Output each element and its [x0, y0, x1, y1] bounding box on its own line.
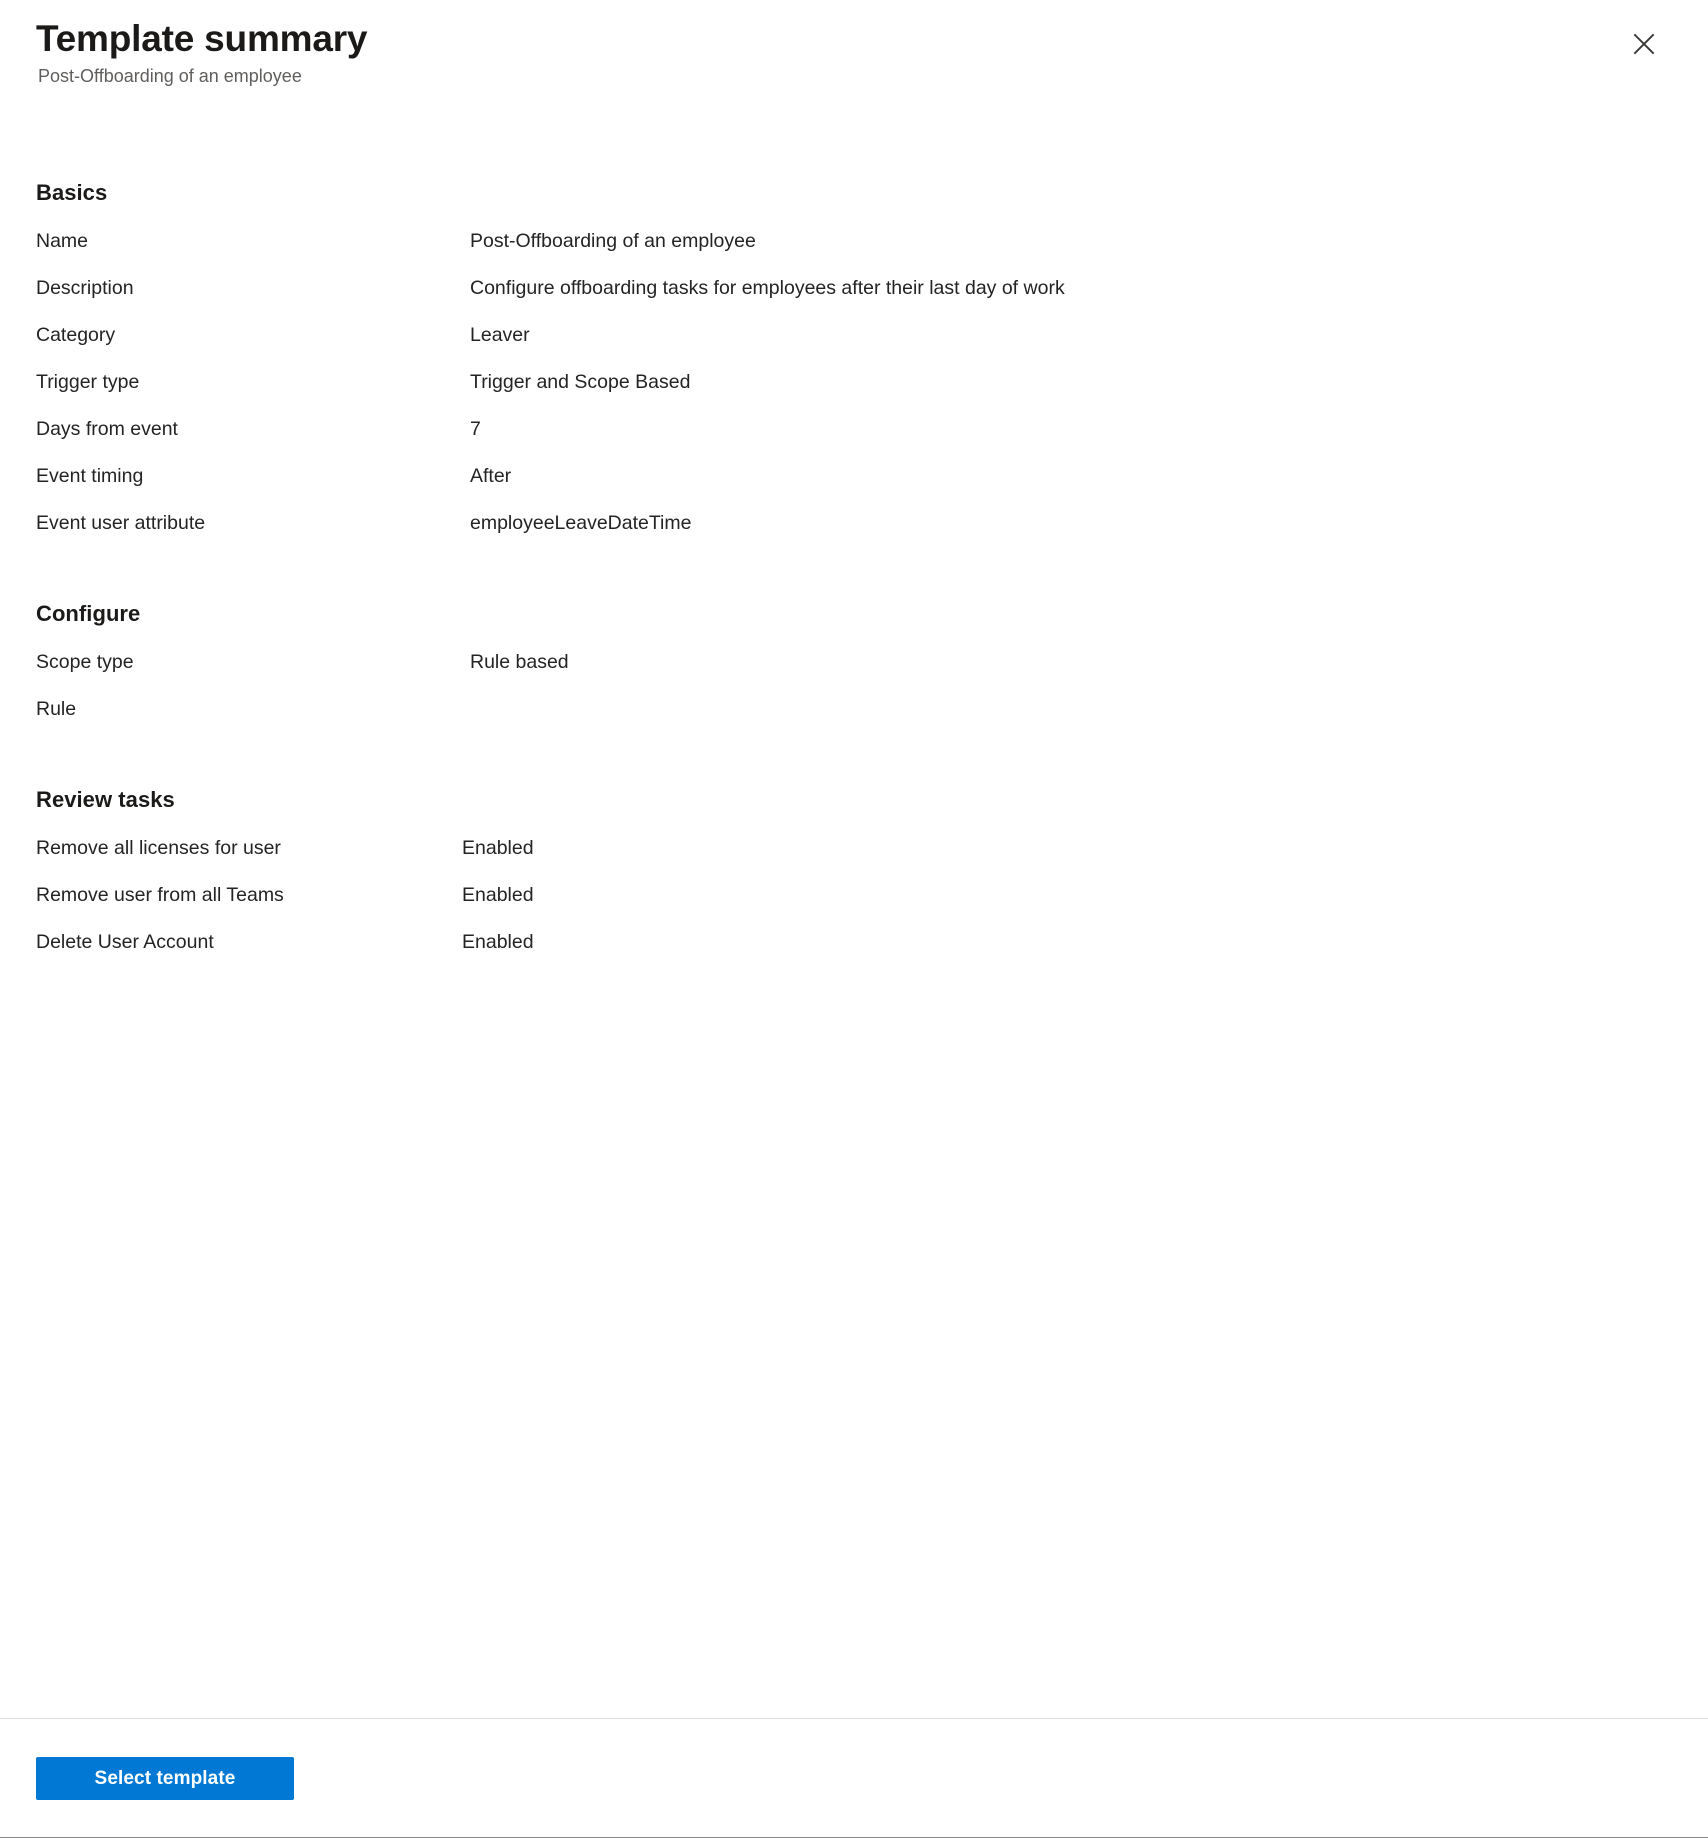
section-heading-review-tasks: Review tasks — [36, 786, 175, 812]
page-subtitle: Post-Offboarding of an employee — [38, 66, 302, 87]
row-rule: Rule — [36, 696, 1668, 743]
row-days-from-event: Days from event 7 — [36, 416, 1668, 463]
task-status: Enabled — [462, 930, 534, 953]
task-label: Delete User Account — [36, 930, 214, 953]
row-trigger-type: Trigger type Trigger and Scope Based — [36, 369, 1668, 416]
row-scope-type-label: Scope type — [36, 650, 134, 673]
row-event-timing-label: Event timing — [36, 464, 144, 487]
row-event-timing: Event timing After — [36, 463, 1668, 510]
row-name: Name Post-Offboarding of an employee — [36, 228, 1668, 275]
row-description: Description Configure offboarding tasks … — [36, 275, 1668, 322]
row-name-value: Post-Offboarding of an employee — [470, 229, 756, 252]
section-configure: Configure Scope type Rule based Rule — [36, 601, 1668, 743]
row-scope-type-value: Rule based — [470, 650, 569, 673]
row-rule-label: Rule — [36, 697, 77, 720]
row-scope-type: Scope type Rule based — [36, 649, 1668, 696]
panel-header: Template summary Post-Offboarding of an … — [0, 0, 1708, 88]
row-event-user-attribute-value: employeeLeaveDateTime — [470, 511, 692, 534]
panel-footer: Select template — [0, 1718, 1708, 1838]
row-category: Category Leaver — [36, 322, 1668, 369]
template-summary-panel: Template summary Post-Offboarding of an … — [0, 0, 1708, 1838]
row-category-label: Category — [36, 323, 116, 346]
row-description-value: Configure offboarding tasks for employee… — [470, 276, 1065, 299]
row-name-label: Name — [36, 229, 89, 252]
row-trigger-type-label: Trigger type — [36, 370, 140, 393]
row-description-label: Description — [36, 276, 134, 299]
row-days-from-event-value: 7 — [470, 417, 481, 440]
row-event-user-attribute: Event user attribute employeeLeaveDateTi… — [36, 510, 1668, 557]
task-row: Remove user from all Teams Enabled — [36, 882, 1668, 929]
row-trigger-type-value: Trigger and Scope Based — [470, 370, 691, 393]
close-icon — [1629, 29, 1659, 59]
task-label: Remove user from all Teams — [36, 883, 284, 906]
task-status: Enabled — [462, 836, 534, 859]
close-button[interactable] — [1618, 18, 1670, 70]
row-days-from-event-label: Days from event — [36, 417, 178, 440]
task-row: Remove all licenses for user Enabled — [36, 835, 1668, 882]
task-row: Delete User Account Enabled — [36, 929, 1668, 976]
row-event-timing-value: After — [470, 464, 512, 487]
panel-body: Basics Name Post-Offboarding of an emplo… — [0, 88, 1708, 1718]
section-review-tasks: Review tasks Remove all licenses for use… — [36, 787, 1668, 976]
section-heading-configure: Configure — [36, 600, 141, 626]
section-heading-basics: Basics — [36, 179, 108, 205]
row-category-value: Leaver — [470, 323, 530, 346]
row-event-user-attribute-label: Event user attribute — [36, 511, 206, 534]
section-basics: Basics Name Post-Offboarding of an emplo… — [36, 180, 1668, 557]
row-rule-value — [470, 696, 1668, 722]
select-template-button[interactable]: Select template — [36, 1757, 294, 1800]
page-title: Template summary — [36, 18, 368, 59]
task-status: Enabled — [462, 883, 534, 906]
task-label: Remove all licenses for user — [36, 836, 281, 859]
